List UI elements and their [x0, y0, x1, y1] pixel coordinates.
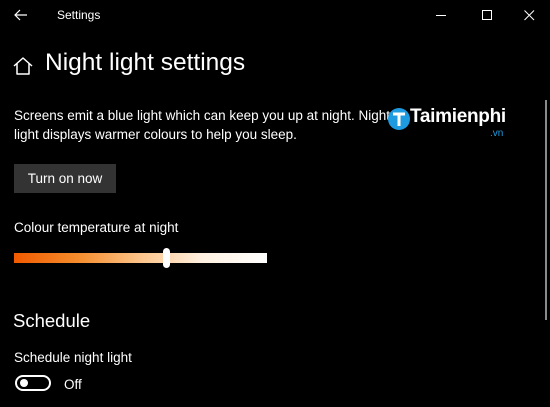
toggle-knob — [20, 379, 28, 387]
title-bar: Settings — [0, 0, 550, 31]
arrow-left-icon — [14, 9, 27, 21]
colour-temperature-slider-track[interactable] — [14, 253, 267, 263]
home-icon[interactable] — [12, 55, 34, 77]
minimize-icon — [435, 15, 446, 16]
settings-window: Settings Night light settings Screens em… — [0, 0, 550, 407]
close-button[interactable] — [508, 0, 550, 31]
back-button[interactable] — [6, 3, 36, 27]
watermark-brand: Taimienphi — [410, 106, 506, 127]
page-title: Night light settings — [45, 49, 246, 76]
toggle-state-label: Off — [64, 377, 82, 392]
description-text: Screens emit a blue light which can keep… — [14, 108, 390, 142]
minimize-button[interactable] — [420, 0, 462, 31]
turn-on-now-button[interactable]: Turn on now — [14, 164, 116, 193]
schedule-night-light-label: Schedule night light — [14, 350, 132, 365]
maximize-icon — [481, 10, 492, 20]
watermark-domain: .vn — [490, 128, 504, 139]
colour-temperature-slider-thumb[interactable] — [162, 248, 170, 268]
scrollbar[interactable] — [545, 100, 547, 320]
logo-icon — [388, 108, 410, 130]
colour-temperature-label: Colour temperature at night — [14, 220, 179, 235]
schedule-toggle[interactable] — [15, 375, 51, 391]
app-title: Settings — [57, 8, 101, 22]
watermark-logo: Taimienphi .vn — [385, 106, 515, 146]
maximize-button[interactable] — [466, 0, 508, 31]
schedule-heading: Schedule — [13, 310, 91, 331]
close-icon — [523, 10, 534, 21]
